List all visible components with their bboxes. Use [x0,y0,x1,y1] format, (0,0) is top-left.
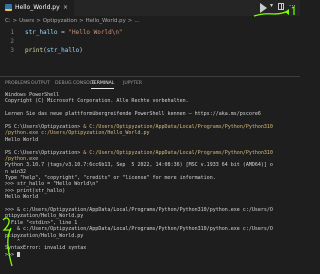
terminal-text: /python.exe c:/Users/Optipyzation/Hello_… [5,130,150,137]
breadcrumb-item[interactable]: ... [134,18,139,24]
breadcrumb-separator: > [36,18,41,24]
terminal-text: Hello World [5,194,39,201]
breadcrumb-item[interactable]: Optipyzation [43,18,77,24]
terminal-text: & C:/Users/Optipyzation/AppData/Local/Pr… [83,123,273,130]
tab-terminal[interactable]: TERMINAL [91,80,115,89]
breadcrumb-separator: > [79,18,84,24]
tab-debug-console[interactable]: DEBUG CONSOLE [55,80,95,88]
tab-label: Hello_World.py [15,4,60,11]
breadcrumb-separator: > [127,18,133,24]
breadcrumb-item[interactable]: Users [19,18,34,24]
terminal-text: & c:/Users/Optipyzation/AppData/Local/Pr… [5,226,273,233]
terminal-text: n win32 [5,168,27,175]
terminal-line: Lernen Sie das neue plattformübergreifen… [5,111,297,117]
terminal-text: /python.exe [5,155,39,162]
line-number: 3 [10,47,14,54]
annotation-1 [253,6,295,17]
terminal-text: Lernen Sie das neue plattformübergreifen… [5,111,261,118]
terminal-output[interactable]: Windows PowerShell Copyright (C) Microsof… [5,92,297,258]
terminal-text: Windows PowerShell [5,92,60,98]
code-operator: = [57,29,69,36]
tab-jupyter[interactable]: JUPYTER [123,80,142,88]
terminal-text: >>> print(str_hallo) [5,187,66,194]
terminal-line: >>> [5,251,297,258]
terminal-prompt: PS C:\Users\Optipyzation> [5,123,84,130]
terminal-line: PS C:\Users\Optipyzation> & C:/Users/Opt… [5,150,297,156]
terminal-text: >>> str_hallo = "Hello World\n" [5,181,99,188]
breadcrumb-separator: > [12,18,18,24]
panel-divider [0,76,300,77]
terminal-text: Hello World [5,136,39,143]
line-number: 2 [10,38,14,45]
code-argument: str_hallo [46,47,80,54]
close-icon[interactable]: × [63,0,68,16]
code-function: print [25,47,44,54]
code-string: "Hello World\n" [68,29,123,36]
breadcrumb-item[interactable]: C: [5,18,11,24]
terminal-text: Copyright (C) Microsoft Corporation. All… [5,98,189,105]
breadcrumb[interactable]: C: > Users > Optipyzation > Hello_World.py >... [5,17,141,26]
terminal-text: >>> & c:/Users/Optipyzation/AppData/Loca… [5,207,273,214]
line-number: 1 [10,29,14,36]
python-file-icon [5,4,12,11]
terminal-text: Type "help", "copyright", "credits" or "… [5,175,216,182]
annotation-2 [2,217,13,267]
terminal-prompt: PS C:\Users\Optipyzation> [5,149,84,156]
terminal-text: & C:/Users/Optipyzation/AppData/Local/Pr… [83,149,273,156]
terminal-line: Python 3.10.7 (tags/v3.10.7:6cc6b13, Sep… [5,162,297,168]
terminal-text: Python 3.10.7 (tags/v3.10.7:6cc6b13, Sep… [5,162,273,169]
tab-hello-world[interactable]: Hello_World.py × [0,0,74,16]
tab-problems[interactable]: PROBLEMS [5,80,30,88]
breadcrumb-item[interactable]: Hello_World.py [86,18,126,24]
tab-output[interactable]: OUTPUT [31,80,50,88]
code-variable: str_hallo [25,29,58,36]
